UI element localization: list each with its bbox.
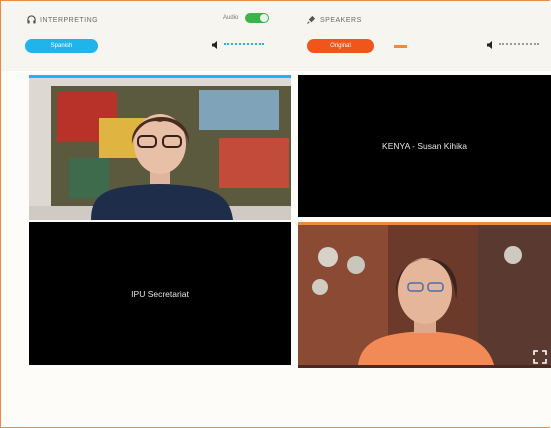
interpreting-header: INTERPRETING bbox=[27, 15, 98, 24]
participant-video-feed bbox=[298, 225, 551, 365]
interpreting-language-label: Spanish bbox=[50, 43, 73, 49]
speakers-title: SPEAKERS bbox=[320, 17, 362, 24]
participant-name-label: KENYA - Susan Kihika bbox=[382, 141, 467, 151]
video-tile-participant-2[interactable]: KENYA - Susan Kihika bbox=[298, 75, 551, 217]
speakers-language-label: Original bbox=[330, 43, 351, 49]
microphone-icon bbox=[307, 15, 316, 24]
speakers-volume-control[interactable] bbox=[487, 41, 539, 49]
audio-toggle[interactable] bbox=[245, 13, 269, 23]
speakers-volume-bar[interactable] bbox=[499, 42, 539, 48]
interpreting-volume-bar[interactable] bbox=[224, 42, 264, 48]
speakers-header: SPEAKERS bbox=[307, 15, 362, 24]
fullscreen-icon[interactable] bbox=[533, 350, 547, 364]
headphones-icon bbox=[27, 15, 36, 24]
participant-video-feed bbox=[29, 78, 291, 220]
speakers-language-button[interactable]: Original bbox=[307, 39, 374, 53]
speakers-level-indicator bbox=[394, 45, 407, 48]
video-tile-participant-3[interactable]: IPU Secretariat bbox=[29, 222, 291, 365]
control-bar: INTERPRETING Spanish Audio SPEAKERS Orig… bbox=[1, 1, 551, 71]
audio-label: Audio bbox=[223, 15, 239, 21]
speaker-icon bbox=[487, 41, 492, 49]
interpreting-volume-control[interactable] bbox=[212, 41, 264, 49]
interpreting-language-button[interactable]: Spanish bbox=[25, 39, 98, 53]
participant-name-label: IPU Secretariat bbox=[131, 288, 189, 299]
speaker-icon bbox=[212, 41, 217, 49]
video-tile-participant-1[interactable] bbox=[29, 75, 291, 220]
video-tile-active-speaker[interactable] bbox=[298, 222, 551, 368]
interpreting-title: INTERPRETING bbox=[40, 17, 99, 24]
